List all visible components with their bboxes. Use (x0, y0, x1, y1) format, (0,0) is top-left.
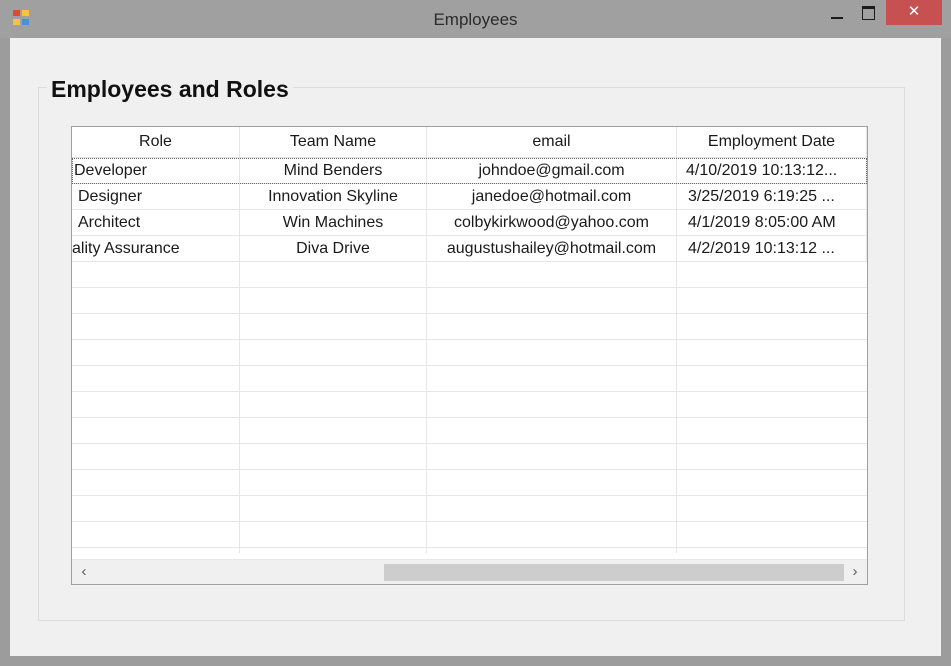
empty-row (72, 366, 867, 392)
minimize-button[interactable] (822, 0, 852, 26)
scroll-left-icon[interactable]: ‹ (74, 560, 94, 584)
column-header[interactable]: Team Name (240, 127, 427, 157)
empty-row (72, 392, 867, 418)
column-header[interactable]: Role (72, 127, 240, 157)
table-cell[interactable]: 4/1/2019 8:05:00 AM (677, 210, 867, 235)
empty-row (72, 418, 867, 444)
empty-row (72, 444, 867, 470)
scrollbar-thumb[interactable] (384, 564, 844, 581)
column-divider (239, 158, 240, 553)
table-cell[interactable]: johndoe@gmail.com (427, 158, 677, 183)
title-bar[interactable]: Employees ✕ (0, 0, 951, 38)
table-cell[interactable]: Architect (72, 210, 240, 235)
table-row[interactable]: ality Assurance Diva Drive augustushailey@… (72, 236, 867, 262)
table-cell[interactable]: 4/2/2019 10:13:12 ... (677, 236, 867, 261)
table-cell[interactable]: 3/25/2019 6:19:25 ... (677, 184, 867, 209)
table-cell[interactable]: ality Assurance (72, 236, 240, 261)
client-area: Employees and Roles Role Team Name email Em… (10, 38, 941, 656)
table-cell[interactable]: Developer (72, 158, 240, 183)
table-cell[interactable]: 4/10/2019 10:13:12... (677, 158, 867, 183)
group-title: Employees and Roles (47, 76, 293, 103)
column-header[interactable]: email (427, 127, 677, 157)
table-cell[interactable]: colbykirkwood@yahoo.com (427, 210, 677, 235)
empty-row (72, 288, 867, 314)
empty-row (72, 522, 867, 548)
column-divider (426, 158, 427, 553)
employees-data-grid[interactable]: Role Team Name email Employment Date Develo… (71, 126, 868, 585)
table-row[interactable]: Designer Innovation Skyline janedoe@hotmai… (72, 184, 867, 210)
table-row[interactable]: Developer Mind Benders johndoe@gmail.com 4/… (72, 158, 867, 184)
empty-row (72, 470, 867, 496)
table-cell[interactable]: Win Machines (240, 210, 427, 235)
empty-row (72, 314, 867, 340)
table-cell[interactable]: augustushailey@hotmail.com (427, 236, 677, 261)
empty-row (72, 496, 867, 522)
table-cell[interactable]: janedoe@hotmail.com (427, 184, 677, 209)
table-cell[interactable]: Innovation Skyline (240, 184, 427, 209)
employees-window: Employees ✕ Employees and Roles Role Team… (0, 0, 951, 666)
close-button[interactable]: ✕ (886, 0, 942, 25)
table-cell[interactable]: Mind Benders (240, 158, 427, 183)
column-header[interactable]: Employment Date (677, 127, 867, 157)
grid-header: Role Team Name email Employment Date (72, 127, 867, 158)
column-divider (676, 158, 677, 553)
table-cell[interactable]: Designer (72, 184, 240, 209)
table-cell[interactable]: Diva Drive (240, 236, 427, 261)
table-row[interactable]: Architect Win Machines colbykirkwood@yahoo… (72, 210, 867, 236)
maximize-button[interactable] (853, 0, 883, 26)
close-icon: ✕ (907, 3, 921, 20)
scroll-right-icon[interactable]: › (845, 560, 865, 584)
horizontal-scrollbar[interactable]: ‹ › (72, 559, 867, 584)
empty-row (72, 340, 867, 366)
empty-row (72, 262, 867, 288)
window-title: Employees (433, 10, 518, 29)
